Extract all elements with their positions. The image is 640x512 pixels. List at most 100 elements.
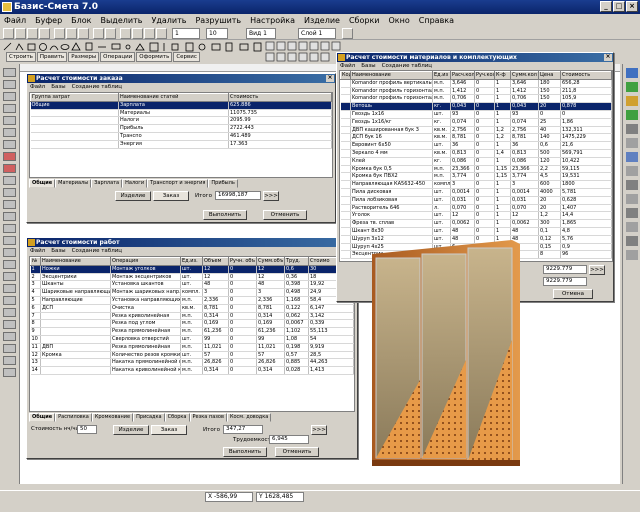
tab-transport-energy[interactable]: Транспорт и энергия	[147, 179, 209, 188]
menu-bases[interactable]: Базы	[51, 83, 65, 91]
right-tool-6-icon[interactable]	[626, 138, 638, 148]
table-row[interactable]: 10 Сверловка отверстий шт. 99 0 99 1,08 54	[30, 335, 354, 344]
column-header[interactable]: Расч.кол	[450, 71, 475, 80]
column-header[interactable]: Код	[340, 71, 351, 80]
column-header[interactable]: №	[30, 257, 41, 266]
cut-icon[interactable]	[54, 28, 65, 39]
left-tool-14-icon[interactable]	[3, 224, 16, 233]
table-row[interactable]: Налоги 2095.99	[30, 116, 332, 126]
table-row[interactable]: Прибыль 2722.443	[30, 124, 332, 133]
tab-edit[interactable]: Править	[36, 52, 68, 62]
tab-grooving[interactable]: Резка пазов	[189, 413, 227, 422]
menu-file[interactable]: Файл	[30, 247, 45, 255]
left-tool-12-icon[interactable]	[3, 200, 16, 209]
right-tool-5-icon[interactable]	[626, 124, 638, 134]
menu-block[interactable]: Блок	[71, 16, 91, 25]
tab-assembly[interactable]: Сборка	[164, 413, 190, 422]
column-header[interactable]: Наименование	[350, 71, 433, 80]
view-select[interactable]: Вид 1	[246, 28, 276, 39]
tab-operations[interactable]: Операции	[100, 52, 136, 62]
left-tool-18-icon[interactable]	[3, 272, 16, 281]
run-button[interactable]: Выполнить	[203, 210, 247, 220]
tab-materials[interactable]: Материалы	[55, 179, 92, 188]
maximize-button[interactable]: □	[613, 1, 625, 12]
close-button[interactable]: ×	[626, 1, 638, 12]
more-button[interactable]: >>>	[589, 265, 605, 275]
table-row[interactable]: Пила лобзиковая шт. 0,031 0 1 0,031 20 0,628	[340, 196, 612, 205]
left-tool-24-icon[interactable]	[3, 344, 16, 353]
close-icon[interactable]: ×	[604, 54, 612, 61]
right-tool-13-icon[interactable]	[626, 236, 638, 246]
order-button[interactable]: Заказ	[153, 191, 189, 201]
column-header[interactable]: К-ф	[494, 71, 511, 80]
right-tool-11-icon[interactable]	[626, 208, 638, 218]
left-tool-3-icon[interactable]	[3, 92, 16, 101]
left-tool-9-icon[interactable]	[3, 164, 16, 173]
column-header[interactable]: Группа затрат	[30, 93, 119, 102]
table-row[interactable]: 7 Резка криволинейная м.п. 0,314 0 0,314 0,062…	[30, 312, 354, 321]
open-file-icon[interactable]	[15, 28, 26, 39]
close-icon[interactable]: ×	[326, 75, 334, 82]
table-row[interactable]: 9 Резка прямолинейная м.п. 61,236 0 61,236 1,1…	[30, 327, 354, 336]
table-row[interactable]: 13Накатка прямолинейной кромм.п.26,82602…	[30, 358, 354, 368]
tab-profit[interactable]: Прибыль	[208, 179, 238, 188]
snap-icon[interactable]	[156, 28, 167, 39]
undo-icon[interactable]	[93, 28, 104, 39]
left-tool-17-icon[interactable]	[3, 260, 16, 269]
table-row[interactable]: Komandor профиль горизонтальный 10 ммм.п…	[340, 87, 612, 96]
product-button[interactable]: Изделие	[113, 425, 149, 435]
run-button[interactable]: Выполнить	[223, 447, 267, 457]
table-row[interactable]: Евровинт 6х50 шт. 36 0 1 36 0,6 21,6	[340, 141, 612, 150]
table-row[interactable]: 4 Шариковые направляющие Монтаж шариковых …	[30, 288, 354, 297]
number-select-2[interactable]: 10	[206, 28, 228, 39]
table-row[interactable]: 6 ДСП Очистка кв.м. 8,781 0 8,781 0,122 6,147	[30, 304, 354, 313]
menu-create-tables[interactable]: Создание таблиц	[382, 62, 432, 70]
left-tool-13-icon[interactable]	[3, 212, 16, 221]
new-file-icon[interactable]	[3, 28, 14, 39]
table-row[interactable]: 5НаправляющиеУстановка направляющих Ком.…	[30, 296, 354, 305]
left-tool-11-icon[interactable]	[3, 188, 16, 197]
left-tool-20-icon[interactable]	[3, 296, 16, 305]
table-row[interactable]: 12 Кромка Количество резов кромки шт. 57 0 57 0…	[30, 351, 354, 360]
menu-bases[interactable]: Базы	[51, 247, 65, 255]
column-header[interactable]: Руч.кол	[474, 71, 495, 80]
tab-salary[interactable]: Зарплата	[91, 179, 123, 188]
left-tool-22-icon[interactable]	[3, 320, 16, 329]
menu-assemblies[interactable]: Сборки	[349, 16, 380, 25]
table-row[interactable]: Фреза тв. сплав шт. 0,0062 0 1 0,0062 300 1,865	[340, 219, 612, 228]
menu-bases[interactable]: Базы	[361, 62, 375, 70]
table-row[interactable]: Общие Зарплата 625.886	[30, 101, 332, 110]
tab-general[interactable]: Общие	[29, 413, 56, 422]
menu-create-tables[interactable]: Создание таблиц	[72, 247, 122, 255]
table-row[interactable]: Зеркало 4 мм кв.м. 0,813 0 1,4 0,813 500 569,79…	[340, 149, 612, 158]
menu-file[interactable]: Файл	[30, 83, 45, 91]
zoom-icon[interactable]	[120, 28, 131, 39]
tab-service[interactable]: Сервис	[173, 52, 200, 62]
left-tool-8-icon[interactable]	[3, 152, 16, 161]
menu-delete[interactable]: Удалить	[151, 16, 186, 25]
column-header[interactable]: Сумм.объ	[256, 257, 285, 266]
print-icon[interactable]	[39, 28, 50, 39]
left-tool-1-icon[interactable]	[3, 68, 16, 77]
paste-icon[interactable]	[78, 28, 89, 39]
menu-destroy[interactable]: Разрушить	[195, 16, 241, 25]
number-select-1[interactable]: 1	[172, 28, 200, 39]
cancel-button[interactable]: Отменить	[263, 210, 307, 220]
tab-drilling[interactable]: Присадка	[133, 413, 165, 422]
column-header[interactable]: Труд.	[284, 257, 309, 266]
right-tool-1-icon[interactable]	[626, 68, 638, 78]
menu-select[interactable]: Выделить	[101, 16, 143, 25]
column-header[interactable]: Объем	[202, 257, 229, 266]
table-row[interactable]: ДВП кашированная бук 3 кв.м. 2,756 0 1,2 2,75…	[340, 126, 612, 135]
menu-buffer[interactable]: Буфер	[35, 16, 62, 25]
right-tool-8-icon[interactable]	[626, 166, 638, 176]
column-header[interactable]: Сумм.кол	[510, 71, 539, 80]
column-header[interactable]: Наименование	[40, 257, 111, 266]
tab-build[interactable]: Строить	[6, 52, 36, 62]
right-tool-12-icon[interactable]	[626, 222, 638, 232]
left-tool-2-icon[interactable]	[3, 80, 16, 89]
left-tool-23-icon[interactable]	[3, 332, 16, 341]
hour-cost-field[interactable]: 50	[77, 425, 97, 434]
column-header[interactable]: Стоимость	[228, 93, 332, 102]
table-row[interactable]: 1 Ножки Монтаж уголков шт. 12 0 12 0,6 30	[30, 265, 354, 274]
